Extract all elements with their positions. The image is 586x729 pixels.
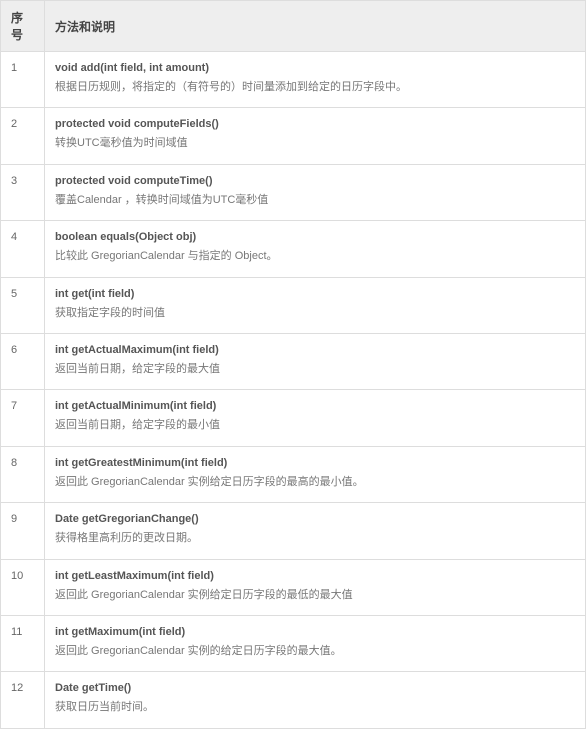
row-method-cell: protected void computeFields() 转换UTC毫秒值为时…	[45, 108, 586, 164]
method-description: 获得格里高利历的更改日期。	[55, 531, 575, 546]
table-row: 3 protected void computeTime() 覆盖Calendar …	[1, 164, 586, 220]
row-index: 1	[1, 52, 45, 108]
method-signature: int getActualMaximum(int field)	[55, 344, 575, 356]
row-method-cell: int getActualMaximum(int field) 返回当前日期，给定…	[45, 333, 586, 389]
method-signature: Date getTime()	[55, 682, 575, 694]
row-method-cell: int get(int field) 获取指定字段的时间值	[45, 277, 586, 333]
method-signature: int get(int field)	[55, 288, 575, 300]
table-row: 8 int getGreatestMinimum(int field) 返回此 Gr…	[1, 446, 586, 502]
table-row: 1 void add(int field, int amount) 根据日历规则，将…	[1, 52, 586, 108]
method-signature: int getLeastMaximum(int field)	[55, 570, 575, 582]
table-row: 9 Date getGregorianChange() 获得格里高利历的更改日期。	[1, 503, 586, 559]
method-description: 返回此 GregorianCalendar 实例给定日历字段的最高的最小值。	[55, 475, 575, 490]
row-method-cell: Date getGregorianChange() 获得格里高利历的更改日期。	[45, 503, 586, 559]
method-description: 获取指定字段的时间值	[55, 306, 575, 321]
row-index: 4	[1, 221, 45, 277]
table-row: 4 boolean equals(Object obj) 比较此 Gregorian…	[1, 221, 586, 277]
method-description: 返回此 GregorianCalendar 实例的给定日历字段的最大值。	[55, 644, 575, 659]
method-signature: protected void computeTime()	[55, 175, 575, 187]
table-row: 10 int getLeastMaximum(int field) 返回此 Greg…	[1, 559, 586, 615]
table-row: 5 int get(int field) 获取指定字段的时间值	[1, 277, 586, 333]
row-index: 6	[1, 333, 45, 389]
methods-table: 序号 方法和说明 1void add(int field, int amount…	[0, 0, 586, 729]
method-signature: int getMaximum(int field)	[55, 626, 575, 638]
method-signature: boolean equals(Object obj)	[55, 231, 575, 243]
row-method-cell: boolean equals(Object obj) 比较此 GregorianC…	[45, 221, 586, 277]
table-row: 7 int getActualMinimum(int field) 返回当前日期，给…	[1, 390, 586, 446]
method-description: 覆盖Calendar ，转换时间域值为UTC毫秒值	[55, 193, 575, 208]
table-row: 12 Date getTime() 获取日历当前时间。	[1, 672, 586, 728]
table-row: 2 protected void computeFields() 转换UTC毫秒值为…	[1, 108, 586, 164]
header-method: 方法和说明	[45, 1, 586, 52]
row-index: 3	[1, 164, 45, 220]
row-index: 2	[1, 108, 45, 164]
method-description: 获取日历当前时间。	[55, 700, 575, 715]
row-index: 10	[1, 559, 45, 615]
row-method-cell: int getMaximum(int field) 返回此 GregorianCa…	[45, 615, 586, 671]
method-description: 返回当前日期，给定字段的最大值	[55, 362, 575, 377]
row-method-cell: protected void computeTime() 覆盖Calendar ，…	[45, 164, 586, 220]
row-method-cell: void add(int field, int amount) 根据日历规则，将指…	[45, 52, 586, 108]
method-description: 返回当前日期，给定字段的最小值	[55, 418, 575, 433]
row-index: 8	[1, 446, 45, 502]
row-index: 11	[1, 615, 45, 671]
method-description: 根据日历规则，将指定的（有符号的）时间量添加到给定的日历字段中。	[55, 80, 575, 95]
method-signature: int getGreatestMinimum(int field)	[55, 457, 575, 469]
method-signature: Date getGregorianChange()	[55, 513, 575, 525]
row-index: 9	[1, 503, 45, 559]
method-signature: int getActualMinimum(int field)	[55, 400, 575, 412]
row-method-cell: int getLeastMaximum(int field) 返回此 Gregor…	[45, 559, 586, 615]
row-method-cell: Date getTime() 获取日历当前时间。	[45, 672, 586, 728]
row-index: 7	[1, 390, 45, 446]
method-description: 返回此 GregorianCalendar 实例给定日历字段的最低的最大值	[55, 588, 575, 603]
row-index: 5	[1, 277, 45, 333]
row-method-cell: int getActualMinimum(int field) 返回当前日期，给定…	[45, 390, 586, 446]
row-method-cell: int getGreatestMinimum(int field) 返回此 Gre…	[45, 446, 586, 502]
method-signature: void add(int field, int amount)	[55, 62, 575, 74]
table-row: 6 int getActualMaximum(int field) 返回当前日期，给…	[1, 333, 586, 389]
header-index: 序号	[1, 1, 45, 52]
method-description: 转换UTC毫秒值为时间域值	[55, 136, 575, 151]
method-description: 比较此 GregorianCalendar 与指定的 Object。	[55, 249, 575, 264]
table-header-row: 序号 方法和说明	[1, 1, 586, 52]
method-signature: protected void computeFields()	[55, 118, 575, 130]
row-index: 12	[1, 672, 45, 728]
table-row: 11 int getMaximum(int field) 返回此 Gregorian…	[1, 615, 586, 671]
